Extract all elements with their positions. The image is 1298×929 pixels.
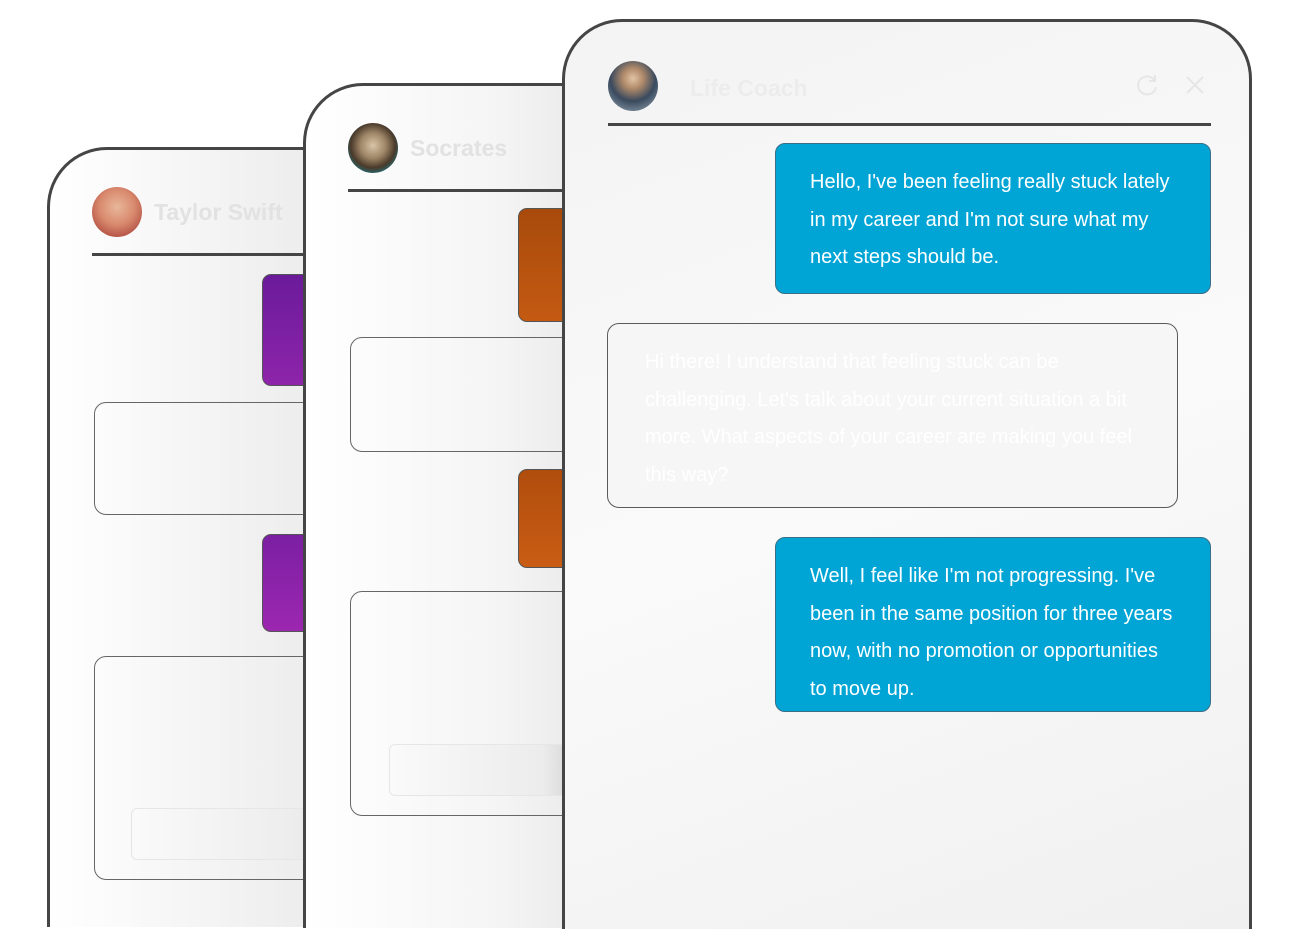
user-message: Well, I feel like I'm not progressing. I…	[775, 537, 1211, 712]
contact-name: Socrates	[410, 135, 508, 161]
refresh-icon[interactable]	[1133, 71, 1161, 99]
message-text: Hello, I've been feeling really stuck la…	[810, 171, 1170, 268]
avatar	[92, 187, 142, 237]
message-text: Well, I feel like I'm not progressing. I…	[810, 565, 1173, 700]
avatar	[608, 61, 658, 111]
chat-header: Socrates	[348, 123, 580, 192]
chat-header: Taylor Swift	[92, 187, 324, 256]
contact-name: Taylor Swift	[154, 199, 283, 225]
chat-card-main[interactable]: Life Coach Hello, I've been feeling real…	[562, 19, 1252, 929]
close-icon[interactable]	[1181, 71, 1209, 99]
message-text: Hi there! I understand that feeling stuc…	[645, 351, 1132, 486]
avatar	[348, 123, 398, 173]
contact-name: Life Coach	[690, 75, 808, 101]
chat-header: Life Coach	[608, 61, 1211, 126]
user-message: Hello, I've been feeling really stuck la…	[775, 143, 1211, 294]
assistant-message: Hi there! I understand that feeling stuc…	[607, 323, 1178, 508]
